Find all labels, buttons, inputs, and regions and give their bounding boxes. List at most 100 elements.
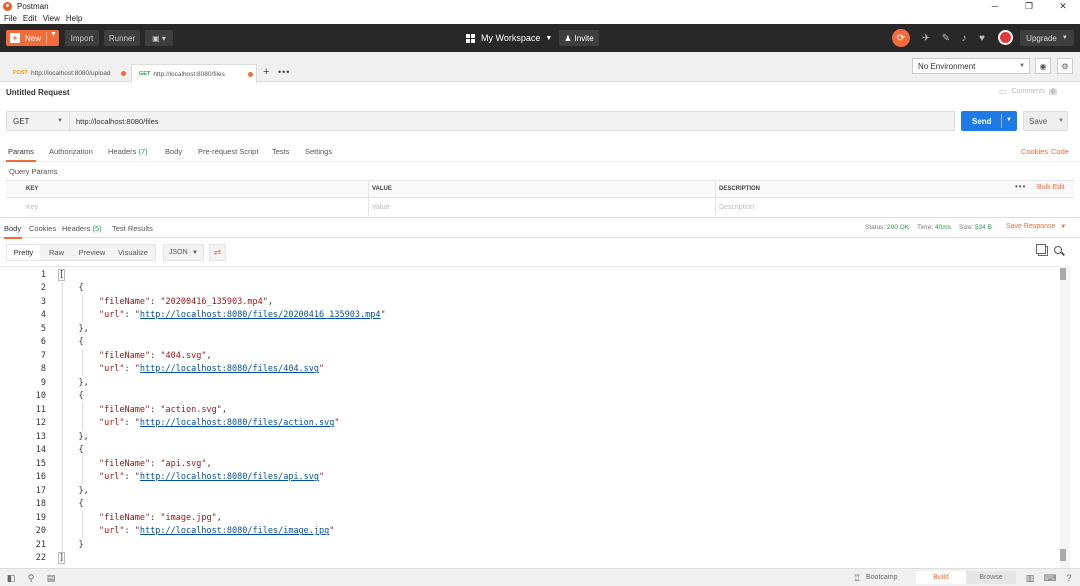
line-number: 10 — [35, 391, 46, 402]
view-preview[interactable]: Preview — [73, 245, 111, 260]
key-input[interactable]: Key — [26, 204, 38, 211]
json-url-link[interactable]: http://localhost:8080/files/20200416_135… — [140, 310, 381, 320]
json-url-link[interactable]: http://localhost:8080/files/api.svg — [140, 472, 319, 482]
json-url-link[interactable]: http://localhost:8080/files/image.jpg — [140, 526, 329, 536]
json-key: "url" — [98, 526, 125, 537]
window-controls: ─ ❐ ✕ — [978, 0, 1080, 12]
tab-response-headers[interactable]: Headers (5) — [62, 224, 102, 233]
tab-test-results[interactable]: Test Results — [112, 224, 153, 233]
upgrade-label: Upgrade — [1026, 33, 1057, 43]
avatar[interactable] — [998, 30, 1013, 45]
close-icon[interactable]: ✕ — [1046, 0, 1080, 12]
request-name[interactable]: Untitled Request — [6, 88, 70, 97]
find-icon[interactable]: ⚲ — [26, 573, 36, 583]
copy-icon[interactable] — [1036, 244, 1048, 256]
search-icon[interactable] — [1054, 246, 1062, 254]
view-pretty[interactable]: Pretty — [7, 245, 40, 260]
tab-tests[interactable]: Tests — [272, 147, 290, 156]
save-label: Save — [1029, 116, 1048, 126]
new-window-button[interactable]: ▣ ▾ — [145, 30, 173, 46]
unsaved-dot-icon — [248, 72, 253, 77]
environment-select[interactable]: No Environment ▼ — [912, 58, 1030, 74]
satellite-icon[interactable]: ✈ — [920, 32, 932, 44]
code-link[interactable]: Code — [1051, 147, 1069, 156]
scrollbar[interactable] — [1060, 266, 1070, 568]
status-value[interactable]: 200 OK — [887, 224, 909, 231]
line-number: 5 — [40, 323, 46, 334]
invite-button[interactable]: ♟ Invite — [559, 30, 599, 46]
chevron-down-icon[interactable]: ▼ — [50, 31, 57, 38]
send-button[interactable]: Send ▼ — [961, 111, 1017, 131]
tab-headers[interactable]: Headers (7) — [108, 147, 148, 156]
line-number: 9 — [40, 377, 46, 388]
response-body-editor[interactable]: 1[2 {3 "fileName": "20200416_135903.mp4"… — [0, 266, 1070, 566]
json-url-link[interactable]: http://localhost:8080/files/action.svg — [140, 418, 334, 428]
sidebar-toggle-icon[interactable]: ◧ — [6, 573, 16, 583]
menu-view[interactable]: View — [43, 14, 60, 23]
tab-response-cookies[interactable]: Cookies — [29, 224, 56, 233]
json-token: " — [319, 472, 325, 483]
scrollbar-thumb-bottom[interactable] — [1060, 549, 1066, 561]
tab-response-headers-count: (5) — [92, 224, 102, 233]
code-line: 14 { — [0, 444, 1060, 458]
sync-icon[interactable]: ⟳ — [892, 29, 910, 47]
menu-help[interactable]: Help — [66, 14, 82, 23]
runner-button[interactable]: Runner — [104, 30, 140, 46]
tab-get-files[interactable]: GET http://localhost:8080/files — [131, 64, 257, 83]
save-response-button[interactable]: Save Response ▼ — [1006, 223, 1066, 230]
format-select[interactable]: JSON ▼ — [163, 244, 204, 261]
browse-mode-button[interactable]: Browse — [966, 571, 1016, 584]
maximize-icon[interactable]: ❐ — [1012, 0, 1046, 12]
cookies-link[interactable]: Cookies — [1021, 147, 1048, 156]
more-options-icon[interactable]: ••• — [1015, 182, 1026, 191]
tab-post-upload[interactable]: POST http://localhost:8080/upload — [6, 64, 130, 82]
json-token: : — [124, 526, 135, 537]
save-button[interactable]: Save ▼ — [1023, 111, 1068, 131]
chevron-down-icon[interactable]: ▼ — [1058, 118, 1064, 124]
time-value[interactable]: 40ms — [935, 224, 951, 231]
manage-environments-button[interactable]: ⚙ — [1057, 58, 1073, 74]
tab-prerequest-script[interactable]: Pre-request Script — [198, 147, 258, 156]
menu-file[interactable]: File — [4, 14, 17, 23]
wrap-lines-button[interactable]: ⇌ — [209, 244, 226, 261]
environment-quick-look-button[interactable]: ◉ — [1035, 58, 1051, 74]
import-button[interactable]: Import — [65, 30, 99, 46]
tab-body[interactable]: Body — [165, 147, 182, 156]
tab-params[interactable]: Params — [8, 147, 34, 156]
view-visualize[interactable]: Visualize — [111, 245, 155, 260]
value-input[interactable]: Value — [372, 204, 389, 211]
menu-edit[interactable]: Edit — [23, 14, 37, 23]
add-tab-icon[interactable]: + — [263, 66, 269, 78]
help-icon[interactable]: ? — [1064, 573, 1074, 583]
more-tabs-icon[interactable]: ••• — [278, 67, 290, 77]
two-pane-icon[interactable]: ▥ — [1025, 573, 1035, 583]
minimize-icon[interactable]: ─ — [978, 0, 1012, 12]
code-text: "url": "http://localhost:8080/files/404.… — [58, 364, 324, 374]
keyboard-icon[interactable]: ⌨ — [1044, 573, 1057, 583]
tab-response-body[interactable]: Body — [4, 224, 21, 233]
method-select[interactable]: GET ▼ — [6, 111, 70, 131]
scrollbar-thumb-top[interactable] — [1060, 268, 1066, 280]
url-input[interactable]: http://localhost:8080/files — [70, 111, 955, 131]
workspace-selector[interactable]: My Workspace ▼ — [466, 30, 552, 46]
size-value[interactable]: 534 B — [975, 224, 992, 231]
bootcamp-link[interactable]: Bootcamp — [866, 574, 898, 581]
chevron-down-icon[interactable]: ▼ — [1006, 117, 1012, 123]
json-url-link[interactable]: http://localhost:8080/files/404.svg — [140, 364, 319, 374]
heart-icon[interactable]: ♥ — [976, 32, 988, 44]
bell-icon[interactable]: ♪ — [958, 32, 970, 44]
wrench-icon[interactable]: ✎ — [940, 32, 952, 44]
build-mode-button[interactable]: Build — [916, 571, 966, 584]
tab-authorization[interactable]: Authorization — [49, 147, 93, 156]
view-raw[interactable]: Raw — [40, 245, 73, 260]
console-icon[interactable]: ▤ — [46, 573, 56, 583]
indent-guide — [82, 295, 83, 322]
comments-button[interactable]: ▭ Comments 0 — [999, 87, 1057, 96]
description-input[interactable]: Description — [719, 204, 754, 211]
workspace-grid-icon — [466, 33, 475, 43]
new-button[interactable]: + New ▼ — [6, 30, 59, 46]
upgrade-button[interactable]: Upgrade ▼ — [1020, 30, 1074, 46]
tab-settings[interactable]: Settings — [305, 147, 332, 156]
bulk-edit-link[interactable]: Bulk Edit — [1037, 184, 1065, 191]
